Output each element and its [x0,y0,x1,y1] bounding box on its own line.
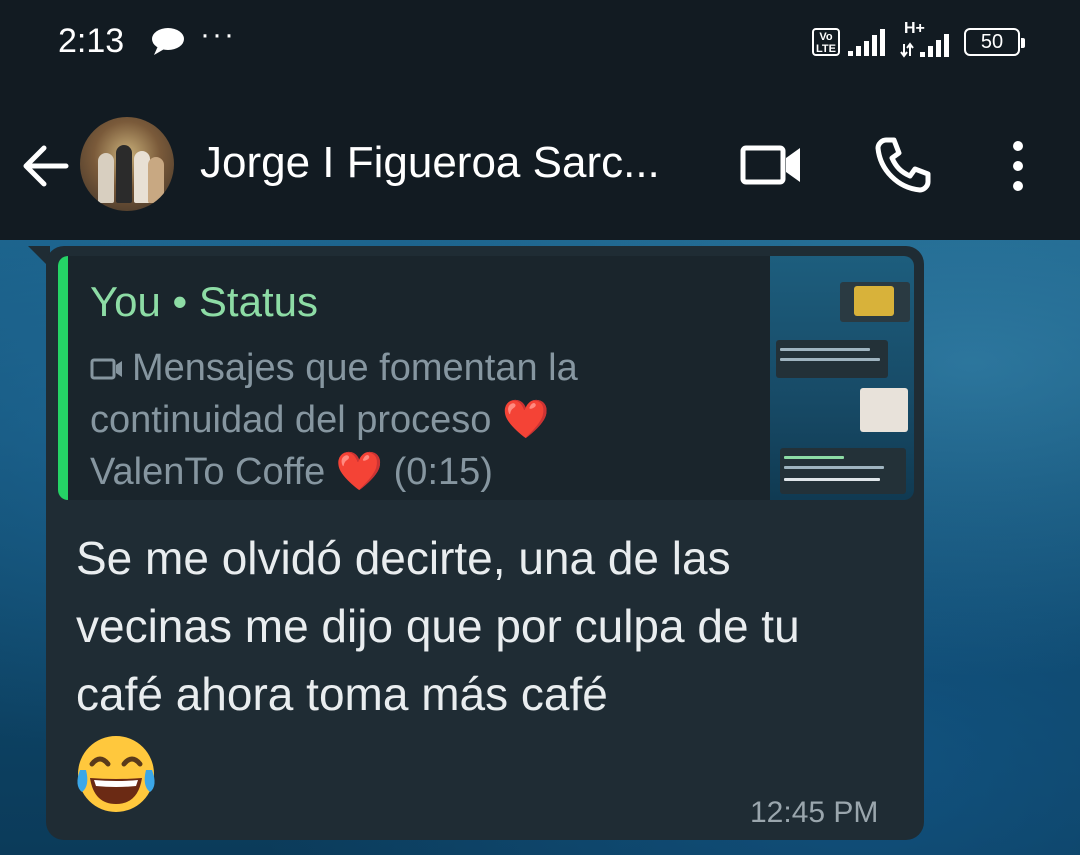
signal-icon [848,29,885,56]
quote-line-2: continuidad del proceso [90,399,492,441]
laughing-emoji-icon [77,736,155,812]
contact-name[interactable]: Jorge I Figueroa Sarc... [200,138,660,188]
network-type-icon: H+ [898,20,958,62]
video-call-icon[interactable] [740,140,804,190]
battery-icon: 50 [964,28,1025,56]
status-thumbnail[interactable] [770,256,914,500]
quoted-status[interactable]: You • Status Mensajes que fomentan la co… [58,256,914,500]
phone-icon[interactable] [872,134,932,194]
chat-bubble-icon [152,28,184,55]
heart-emoji: ❤️ [335,451,384,493]
heart-emoji: ❤️ [501,399,550,441]
avatar[interactable] [80,117,174,211]
video-icon [90,358,122,380]
chat-header: Jorge I Figueroa Sarc... [0,90,1080,240]
quote-accent-bar [58,256,68,500]
message-time: 12:45 PM [750,796,879,829]
quote-author: You • Status [90,278,318,325]
quote-line-1: Mensajes que fomentan la [132,347,578,389]
back-arrow-icon[interactable] [18,138,74,194]
more-dots-icon: ··· [200,18,236,51]
quote-text: Mensajes que fomentan la continuidad del… [90,342,740,498]
status-bar: 2:13 ··· Vo LTE H+ 50 [0,0,1080,90]
quote-duration: (0:15) [393,451,493,493]
quote-line-3: ValenTo Coffe [90,451,326,493]
message-text: Se me olvidó decirte, una de las vecinas… [76,532,800,720]
more-vert-icon[interactable] [1000,136,1036,196]
status-icons: Vo LTE H+ 50 [812,20,1025,62]
status-time: 2:13 [58,22,125,60]
volte-icon: Vo LTE [812,28,840,56]
